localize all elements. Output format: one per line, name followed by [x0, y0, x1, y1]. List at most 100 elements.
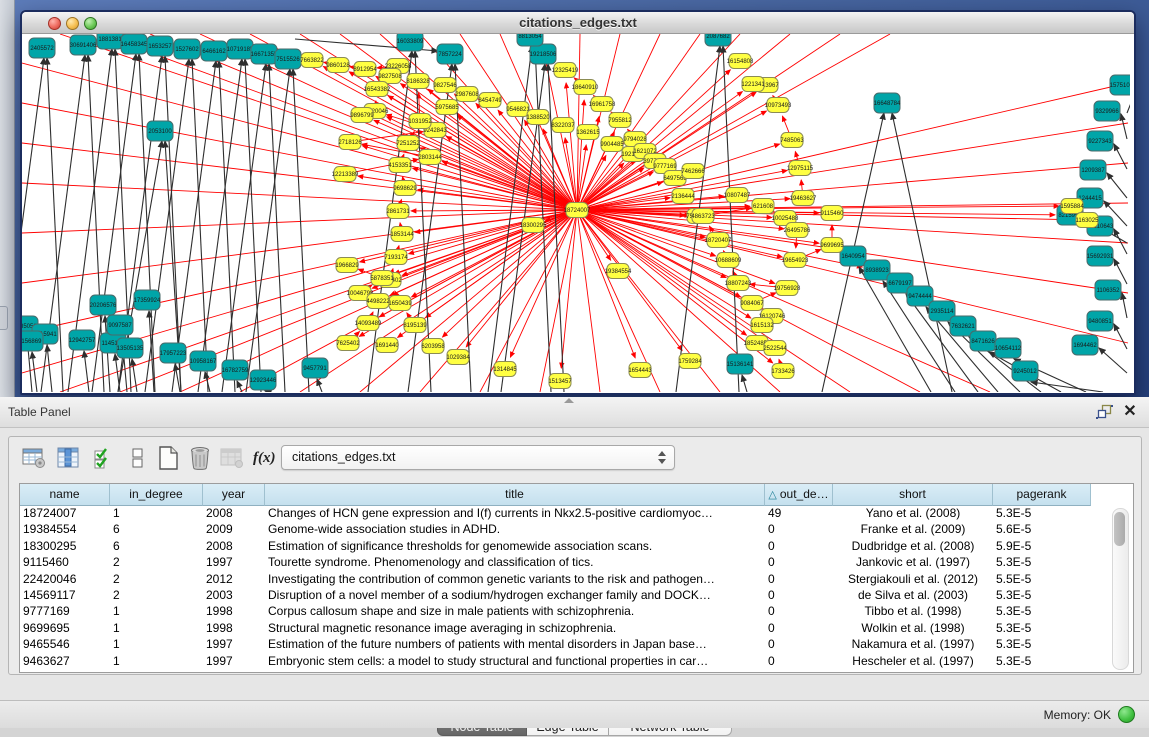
table-cell[interactable]: 5.3E-5 [993, 554, 1091, 571]
graph-node-label: 2087682 [706, 34, 730, 40]
table-cell[interactable]: 0 [765, 521, 833, 538]
float-panel-icon[interactable] [1096, 404, 1113, 420]
show-columns-icon[interactable] [55, 445, 81, 471]
table-cell[interactable]: 2 [110, 571, 203, 588]
table-cell[interactable]: 5.3E-5 [993, 620, 1091, 637]
table-cell[interactable]: 0 [765, 571, 833, 588]
table-cell[interactable]: 0 [765, 538, 833, 555]
table-cell[interactable]: Changes of HCN gene expression and I(f) … [265, 505, 765, 522]
column-header-year[interactable]: year [203, 484, 265, 506]
table-settings-icon[interactable] [21, 445, 47, 471]
table-cell[interactable]: 14569117 [20, 587, 110, 604]
column-header-in_degree[interactable]: in_degree [110, 484, 203, 506]
table-cell[interactable]: 9463627 [20, 653, 110, 670]
table-cell[interactable]: 0 [765, 554, 833, 571]
table-cell[interactable]: 0 [765, 620, 833, 637]
splitpane-handle-icon[interactable] [564, 398, 574, 403]
table-cell[interactable]: 18724007 [20, 505, 110, 522]
select-rows-icon[interactable] [91, 445, 117, 471]
table-cell[interactable]: 9699695 [20, 620, 110, 637]
table-cell[interactable]: 2008 [203, 538, 265, 555]
citation-network-graph[interactable]: 2405572306914061881381164583451653257152… [22, 34, 1130, 392]
table-cell[interactable]: Estimation of significance thresholds fo… [265, 538, 765, 555]
table-cell[interactable]: Investigating the contribution of common… [265, 571, 765, 588]
table-cell[interactable]: Tibbo et al. (1998) [833, 603, 993, 620]
table-cell[interactable]: Hescheler et al. (1997) [833, 653, 993, 670]
memory-status-indicator[interactable] [1118, 706, 1135, 723]
table-cell[interactable]: Tourette syndrome. Phenomenology and cla… [265, 554, 765, 571]
table-cell[interactable]: 2008 [203, 505, 265, 522]
table-cell[interactable]: 1997 [203, 554, 265, 571]
table-selector-dropdown[interactable]: citations_edges.txt [281, 445, 675, 470]
table-cell[interactable]: 1997 [203, 653, 265, 670]
table-cell[interactable]: Estimation of the future numbers of pati… [265, 636, 765, 653]
table-cell[interactable]: 2 [110, 554, 203, 571]
table-cell[interactable]: de Silva et al. (2003) [833, 587, 993, 604]
table-cell[interactable]: Wolkin et al. (1998) [833, 620, 993, 637]
table-cell[interactable]: Corpus callosum shape and size in male p… [265, 603, 765, 620]
table-cell[interactable]: 9777169 [20, 603, 110, 620]
table-cell[interactable]: 2009 [203, 521, 265, 538]
table-cell[interactable]: Structural magnetic resonance image aver… [265, 620, 765, 637]
table-cell[interactable]: 0 [765, 603, 833, 620]
graph-node-label: 20206576 [90, 303, 117, 309]
table-cell[interactable]: Embryonic stem cells: a model to study s… [265, 653, 765, 670]
table-cell[interactable]: 1 [110, 653, 203, 670]
vertical-scrollbar[interactable] [1112, 508, 1129, 670]
table-cell[interactable]: 19384554 [20, 521, 110, 538]
graph-node-label: 9227343 [1088, 139, 1112, 145]
table-cell[interactable]: 49 [765, 505, 833, 522]
table-cell[interactable]: 18300295 [20, 538, 110, 555]
table-cell[interactable]: 5.3E-5 [993, 653, 1091, 670]
column-header-name[interactable]: name [20, 484, 110, 506]
table-cell[interactable]: 0 [765, 653, 833, 670]
table-cell[interactable]: 9465546 [20, 636, 110, 653]
table-cell[interactable]: 5.9E-5 [993, 538, 1091, 555]
table-cell[interactable]: Stergiakouli et al. (2012) [833, 571, 993, 588]
table-cell[interactable]: 5.3E-5 [993, 636, 1091, 653]
table-cell[interactable]: 5.5E-5 [993, 571, 1091, 588]
delete-column-icon[interactable] [187, 445, 213, 471]
column-header-pagerank[interactable]: pagerank [993, 484, 1091, 506]
column-header-title[interactable]: title [265, 484, 765, 506]
table-cell[interactable]: 1 [110, 505, 203, 522]
table-cell[interactable]: Franke et al. (2009) [833, 521, 993, 538]
close-panel-icon[interactable]: ✕ [1121, 402, 1139, 422]
table-cell[interactable]: 2003 [203, 587, 265, 604]
table-cell[interactable]: 2 [110, 587, 203, 604]
scrollbar-thumb[interactable] [1114, 512, 1125, 546]
table-cell[interactable]: 6 [110, 538, 203, 555]
table-cell[interactable]: 5.3E-5 [993, 587, 1091, 604]
table-cell[interactable]: Disruption of a novel member of a sodium… [265, 587, 765, 604]
graph-node-label: 1314845 [493, 367, 517, 373]
import-table-icon[interactable] [219, 445, 245, 471]
table-cell[interactable]: Genome-wide association studies in ADHD. [265, 521, 765, 538]
table-cell[interactable]: 5.3E-5 [993, 505, 1091, 522]
table-cell[interactable]: 2012 [203, 571, 265, 588]
column-header-out_de[interactable]: △out_de… [765, 484, 833, 506]
table-cell[interactable]: 0 [765, 636, 833, 653]
table-cell[interactable]: 1 [110, 636, 203, 653]
table-cell[interactable]: 22420046 [20, 571, 110, 588]
table-cell[interactable]: 9115460 [20, 554, 110, 571]
table-cell[interactable]: Yano et al. (2008) [833, 505, 993, 522]
node-table[interactable]: namein_degreeyeartitle△out_de…shortpager… [19, 483, 1134, 673]
table-cell[interactable]: Jankovic et al. (1997) [833, 554, 993, 571]
create-column-icon[interactable] [155, 445, 181, 471]
table-cell[interactable]: Nakamura et al. (1997) [833, 636, 993, 653]
column-header-short[interactable]: short [833, 484, 993, 506]
network-window-titlebar[interactable]: citations_edges.txt [22, 12, 1134, 34]
table-cell[interactable]: 1997 [203, 636, 265, 653]
table-cell[interactable]: 1998 [203, 620, 265, 637]
row-height-icon[interactable] [125, 445, 151, 471]
table-cell[interactable]: 1 [110, 603, 203, 620]
panel-collapse-handle[interactable] [0, 306, 8, 330]
table-cell[interactable]: 6 [110, 521, 203, 538]
table-cell[interactable]: 1998 [203, 603, 265, 620]
network-canvas[interactable]: 2405572306914061881381164583451653257152… [22, 34, 1130, 392]
table-cell[interactable]: 5.3E-5 [993, 603, 1091, 620]
table-cell[interactable]: Dudbridge et al. (2008) [833, 538, 993, 555]
table-cell[interactable]: 5.6E-5 [993, 521, 1091, 538]
table-cell[interactable]: 1 [110, 620, 203, 637]
table-cell[interactable]: 0 [765, 587, 833, 604]
